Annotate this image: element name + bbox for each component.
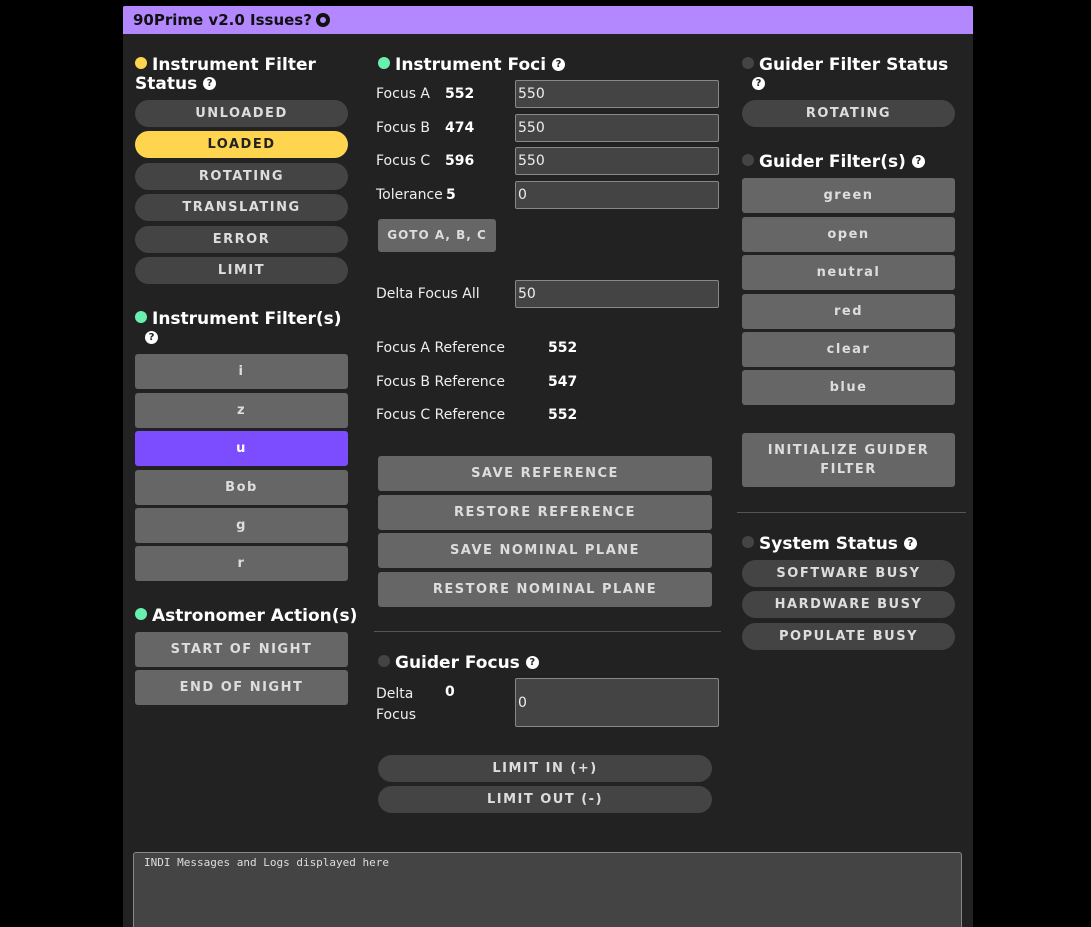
instrument-filter-button[interactable]: Bob	[135, 470, 348, 505]
guider-filter-button[interactable]: blue	[742, 370, 955, 405]
instrument-filters-header: Instrument Filter(s)?	[135, 310, 345, 348]
guider-filters-header: Guider Filter(s)?	[742, 153, 962, 172]
instrument-filter-button-selected[interactable]: u	[135, 431, 348, 466]
delta-focus-all-label: Delta Focus All	[376, 286, 480, 302]
help-icon[interactable]: ?	[903, 536, 917, 550]
focus-a-label: Focus A	[376, 86, 431, 102]
start-of-night-button[interactable]: START OF NIGHT	[135, 632, 348, 667]
status-dot-icon	[378, 655, 390, 667]
help-icon[interactable]: ?	[911, 154, 925, 168]
status-dot-icon	[135, 57, 147, 69]
focus-c-reference-value: 552	[548, 407, 578, 423]
help-icon[interactable]: ?	[145, 330, 158, 344]
instrument-filter-button[interactable]: z	[135, 393, 348, 428]
focus-c-value: 596	[445, 153, 475, 169]
system-status-header: System Status?	[742, 535, 962, 554]
instrument-filter-button[interactable]: r	[135, 546, 348, 581]
guider-filter-status-header: Guider Filter Status?	[742, 56, 962, 94]
help-icon[interactable]: ?	[203, 76, 217, 90]
instrument-filter-button[interactable]: i	[135, 354, 348, 389]
filter-status-limit: LIMIT	[135, 257, 348, 284]
log-textarea[interactable]: INDI Messages and Logs displayed here	[133, 852, 962, 927]
limit-in-button[interactable]: LIMIT IN (+)	[378, 755, 712, 782]
focus-c-label: Focus C	[376, 153, 431, 169]
restore-nominal-plane-button[interactable]: RESTORE NOMINAL PLANE	[378, 572, 712, 607]
focus-c-input[interactable]	[515, 147, 719, 175]
log-placeholder: INDI Messages and Logs displayed here	[144, 856, 390, 869]
focus-a-reference-value: 552	[548, 340, 578, 356]
guider-status-rotating: ROTATING	[742, 100, 955, 127]
status-dot-icon	[742, 536, 754, 548]
guider-delta-focus-value: 0	[445, 684, 455, 700]
tolerance-value: 5	[446, 187, 456, 203]
populate-busy-status: POPULATE BUSY	[742, 623, 955, 650]
save-reference-button[interactable]: SAVE REFERENCE	[378, 456, 712, 491]
filter-status-rotating: ROTATING	[135, 163, 348, 190]
guider-delta-focus-input[interactable]	[515, 678, 719, 727]
status-dot-icon	[742, 57, 754, 69]
guider-filter-button[interactable]: red	[742, 294, 955, 329]
help-icon[interactable]: ?	[552, 57, 566, 71]
divider	[737, 512, 966, 513]
app-title[interactable]: 90Prime v2.0 Issues?	[133, 11, 312, 29]
guider-filter-button[interactable]: neutral	[742, 255, 955, 290]
limit-out-button[interactable]: LIMIT OUT (-)	[378, 786, 712, 813]
focus-a-reference-label: Focus A Reference	[376, 340, 505, 356]
guider-delta-focus-label: Delta Focus	[376, 686, 416, 723]
focus-b-value: 474	[445, 120, 475, 136]
filter-status-loaded: LOADED	[135, 131, 348, 158]
end-of-night-button[interactable]: END OF NIGHT	[135, 670, 348, 705]
guider-filter-button[interactable]: green	[742, 178, 955, 213]
focus-a-value: 552	[445, 86, 475, 102]
help-icon[interactable]: ?	[525, 655, 539, 669]
status-dot-icon	[135, 311, 147, 323]
focus-b-reference-label: Focus B Reference	[376, 374, 505, 390]
app-title-bar[interactable]: 90Prime v2.0 Issues?	[123, 6, 973, 34]
initialize-guider-filter-button[interactable]: INITIALIZE GUIDER FILTER	[742, 433, 955, 487]
astronomer-actions-header: Astronomer Action(s)	[135, 607, 365, 626]
status-dot-icon	[742, 154, 754, 166]
divider	[374, 631, 721, 632]
filter-status-unloaded: UNLOADED	[135, 100, 348, 127]
software-busy-status: SOFTWARE BUSY	[742, 560, 955, 587]
delta-focus-all-input[interactable]	[515, 280, 719, 308]
instrument-foci-header: Instrument Foci?	[378, 56, 618, 75]
focus-b-input[interactable]	[515, 114, 719, 142]
guider-focus-header: Guider Focus?	[378, 654, 618, 673]
save-nominal-plane-button[interactable]: SAVE NOMINAL PLANE	[378, 533, 712, 568]
help-icon[interactable]: ?	[752, 76, 765, 90]
filter-status-translating: TRANSLATING	[135, 194, 348, 221]
focus-b-reference-value: 547	[548, 374, 578, 390]
instrument-filter-status-header: Instrument Filter Status?	[135, 55, 316, 94]
instrument-filter-button[interactable]: g	[135, 508, 348, 543]
tolerance-label: Tolerance	[376, 187, 443, 203]
status-dot-icon	[378, 57, 390, 69]
focus-a-input[interactable]	[515, 80, 719, 108]
hardware-busy-status: HARDWARE BUSY	[742, 591, 955, 618]
github-icon[interactable]	[315, 13, 330, 27]
focus-b-label: Focus B	[376, 120, 431, 136]
filter-status-error: ERROR	[135, 226, 348, 253]
focus-c-reference-label: Focus C Reference	[376, 407, 506, 423]
status-dot-icon	[135, 608, 147, 620]
main-panel: 90Prime v2.0 Issues? Instrument Filter S…	[123, 6, 973, 927]
tolerance-input[interactable]	[515, 181, 719, 209]
guider-filter-button[interactable]: clear	[742, 332, 955, 367]
goto-abc-button[interactable]: GOTO A, B, C	[378, 219, 496, 252]
guider-filter-button[interactable]: open	[742, 217, 955, 252]
restore-reference-button[interactable]: RESTORE REFERENCE	[378, 495, 712, 530]
